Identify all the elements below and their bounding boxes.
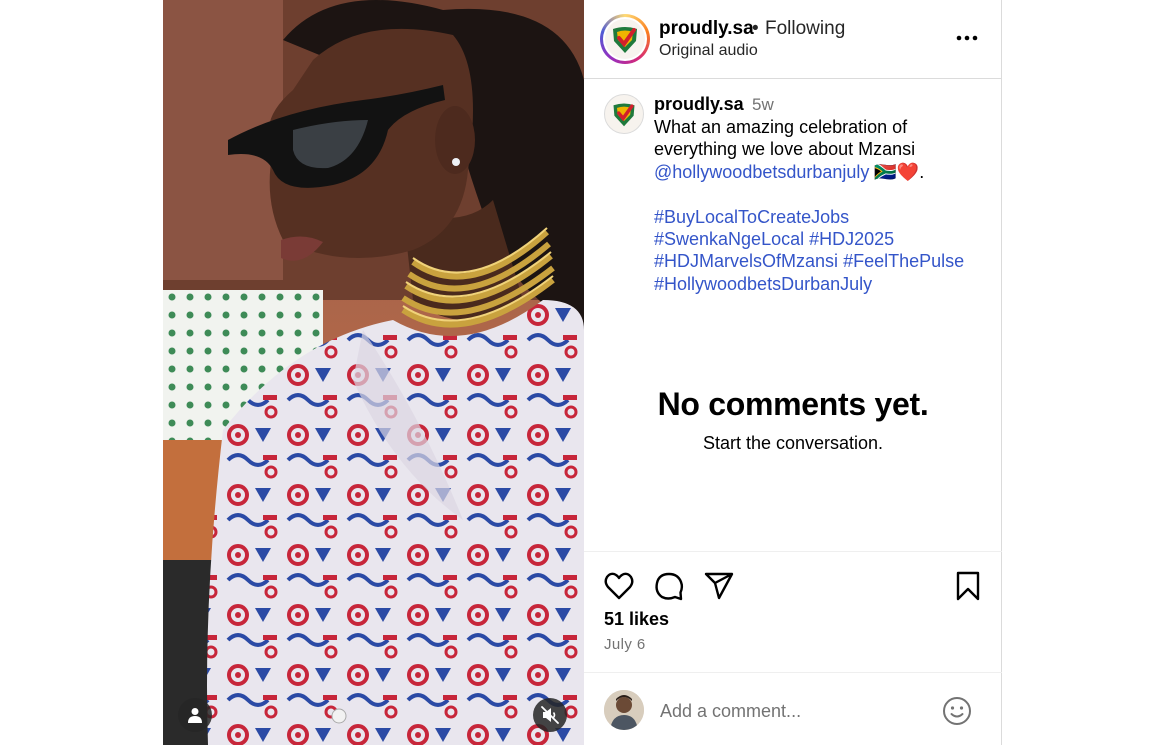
hashtag-link[interactable]: #HDJMarvelsOfMzansi — [654, 251, 838, 271]
speaker-muted-icon — [541, 706, 559, 724]
speech-bubble-icon[interactable] — [653, 570, 685, 602]
post-detail-panel: proudly.sa • Following Original audio pr… — [584, 0, 1002, 745]
more-options-icon[interactable] — [954, 26, 980, 50]
post-time-ago[interactable]: 5w — [752, 95, 774, 115]
proudly-sa-logo-icon — [613, 103, 635, 127]
post-date[interactable]: July 6 — [604, 636, 646, 653]
hashtag-line: #HollywoodbetsDurbanJuly — [654, 273, 994, 295]
bookmark-icon[interactable] — [952, 570, 984, 602]
caption-avatar[interactable] — [604, 94, 644, 134]
following-button[interactable]: Following — [765, 18, 845, 40]
post-media-video[interactable] — [163, 0, 584, 745]
brand-logo — [605, 19, 645, 59]
hashtag-link[interactable]: #HollywoodbetsDurbanJuly — [654, 274, 872, 294]
mute-toggle-button[interactable] — [533, 698, 567, 732]
paper-plane-icon[interactable] — [703, 570, 735, 602]
caption-emoji: 🇿🇦❤️. — [874, 161, 925, 182]
caption-line: What an amazing celebration of — [654, 117, 908, 137]
hashtag-line: #BuyLocalToCreateJobs — [654, 206, 994, 228]
user-photo-image — [604, 690, 644, 730]
caption-username-link[interactable]: proudly.sa — [654, 94, 744, 115]
proudly-sa-logo-icon — [613, 27, 637, 53]
heart-icon[interactable] — [603, 570, 635, 602]
no-comments-subtitle: Start the conversation. — [702, 433, 884, 453]
header-username-link[interactable]: proudly.sa — [659, 18, 754, 40]
caption-line: everything we love about Mzansi — [654, 139, 916, 160]
hashtag-line: #SwenkaNgeLocal #HDJ2025 — [654, 228, 994, 250]
story-ring-avatar[interactable] — [600, 14, 650, 64]
user-tag-button[interactable] — [178, 698, 212, 732]
add-comment-bar — [584, 672, 1002, 745]
hashtag-line: #HDJMarvelsOfMzansi #FeelThePulse — [654, 250, 994, 272]
original-audio-link[interactable]: Original audio — [659, 42, 758, 60]
no-comments-title: No comments yet. — [657, 386, 929, 422]
separator-dot: • — [752, 18, 759, 39]
mention-link[interactable]: @hollywoodbetsdurbanjuly — [654, 162, 869, 182]
hashtag-link[interactable]: #SwenkaNgeLocal — [654, 229, 804, 249]
comment-input[interactable] — [660, 697, 930, 725]
video-frame-image — [163, 0, 584, 745]
post-caption: What an amazing celebration of everythin… — [654, 116, 994, 295]
current-user-avatar — [604, 690, 644, 730]
likes-count[interactable]: 51 likes — [604, 609, 669, 630]
hashtag-link[interactable]: #HDJ2025 — [809, 229, 894, 249]
hashtag-link[interactable]: #BuyLocalToCreateJobs — [654, 207, 849, 227]
post-header: proudly.sa • Following Original audio — [584, 0, 1002, 79]
user-tag-icon — [188, 708, 202, 723]
hashtag-link[interactable]: #FeelThePulse — [843, 251, 964, 271]
caption-mention-line: @hollywoodbetsdurbanjuly 🇿🇦❤️. — [654, 161, 994, 183]
smiley-icon[interactable] — [941, 695, 973, 727]
